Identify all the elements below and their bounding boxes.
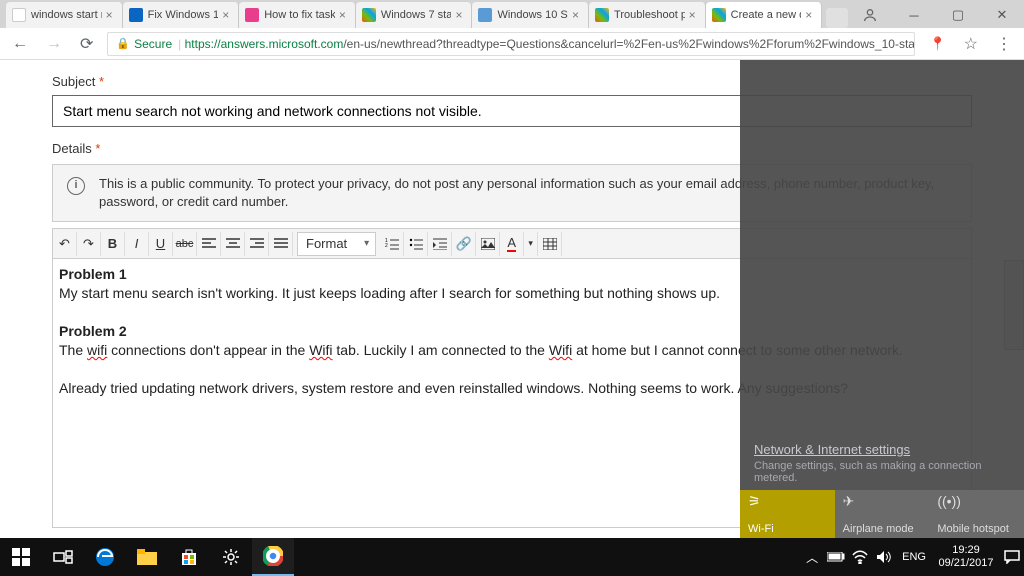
close-icon[interactable]: × — [222, 10, 232, 20]
close-icon[interactable]: × — [689, 10, 699, 20]
numbered-list-button[interactable]: 12 — [380, 232, 404, 256]
edge-icon[interactable] — [84, 538, 126, 576]
strike-button[interactable]: abc — [173, 232, 197, 256]
action-center-icon[interactable] — [1000, 538, 1024, 576]
align-justify-button[interactable] — [269, 232, 293, 256]
underline-button[interactable]: U — [149, 232, 173, 256]
language-indicator[interactable]: ENG — [896, 551, 932, 563]
close-icon[interactable]: × — [106, 10, 116, 20]
tab-5[interactable]: Troubleshoot p× — [589, 2, 706, 28]
wifi-tile[interactable]: ⚞Wi-Fi — [740, 490, 835, 538]
tab-4[interactable]: Windows 10 Sta× — [472, 2, 589, 28]
bookmark-star[interactable]: ☆ — [960, 32, 982, 56]
close-icon[interactable]: × — [455, 10, 465, 20]
airplane-icon: ✈ — [843, 494, 922, 508]
reload-button[interactable]: ⟳ — [76, 32, 97, 56]
chrome-icon[interactable] — [252, 538, 294, 576]
network-settings-link[interactable]: Network & Internet settings — [754, 442, 1010, 457]
tab-2[interactable]: How to fix taskb× — [239, 2, 356, 28]
table-button[interactable] — [538, 232, 562, 256]
close-icon[interactable]: × — [572, 10, 582, 20]
clock[interactable]: 19:2909/21/2017 — [932, 544, 1000, 570]
network-icon[interactable] — [848, 538, 872, 576]
align-center-button[interactable] — [221, 232, 245, 256]
close-icon[interactable]: × — [805, 10, 815, 20]
close-icon[interactable]: × — [339, 10, 349, 20]
chrome-tabstrip: windows start m× Fix Windows 10× How to … — [0, 0, 1024, 28]
saved-site-icon[interactable]: 📍 — [925, 34, 949, 54]
chrome-menu[interactable]: ⋮ — [992, 32, 1016, 56]
tab-6[interactable]: Create a new qu× — [706, 2, 823, 28]
tab-0[interactable]: windows start m× — [6, 2, 123, 28]
task-view-button[interactable] — [42, 538, 84, 576]
info-icon: i — [67, 177, 85, 195]
chrome-toolbar: ← → ⟳ 🔒 Secure | https://answers.microso… — [0, 28, 1024, 60]
svg-text:2: 2 — [385, 243, 388, 249]
tray-chevron[interactable]: ︿ — [800, 538, 824, 576]
text-color-button[interactable]: A — [500, 232, 524, 256]
italic-button[interactable]: I — [125, 232, 149, 256]
profile-icon[interactable] — [848, 2, 892, 28]
start-button[interactable] — [0, 538, 42, 576]
explorer-icon[interactable] — [126, 538, 168, 576]
network-flyout: Network & Internet settings Change setti… — [740, 60, 1024, 538]
lock-icon: 🔒 — [116, 37, 130, 50]
hotspot-tile[interactable]: ((•))Mobile hotspot — [929, 490, 1024, 538]
window-close[interactable]: ✕ — [980, 2, 1024, 28]
airplane-tile[interactable]: ✈Airplane mode — [835, 490, 930, 538]
tab-3[interactable]: Windows 7 star× — [356, 2, 473, 28]
hotspot-icon: ((•)) — [937, 494, 1016, 508]
forward-button[interactable]: → — [42, 33, 66, 55]
format-select[interactable]: Format — [297, 232, 376, 256]
redo-button[interactable]: ↷ — [77, 232, 101, 256]
store-icon[interactable] — [168, 538, 210, 576]
settings-icon[interactable] — [210, 538, 252, 576]
back-button[interactable]: ← — [8, 33, 32, 55]
new-tab-button[interactable] — [826, 8, 848, 28]
wifi-icon: ⚞ — [748, 494, 827, 508]
window-minimize[interactable]: ─ — [892, 2, 936, 28]
text-color-dropdown[interactable]: ▾ — [524, 232, 538, 256]
tab-1[interactable]: Fix Windows 10× — [123, 2, 240, 28]
bullet-list-button[interactable] — [404, 232, 428, 256]
image-button[interactable] — [476, 232, 500, 256]
volume-icon[interactable] — [872, 538, 896, 576]
align-left-button[interactable] — [197, 232, 221, 256]
bold-button[interactable]: B — [101, 232, 125, 256]
indent-button[interactable] — [428, 232, 452, 256]
undo-button[interactable]: ↶ — [53, 232, 77, 256]
link-button[interactable]: 🔗 — [452, 232, 476, 256]
window-maximize[interactable]: ▢ — [936, 2, 980, 28]
windows-taskbar: ︿ ENG 19:2909/21/2017 — [0, 538, 1024, 576]
address-bar[interactable]: 🔒 Secure | https://answers.microsoft.com… — [107, 32, 915, 56]
align-right-button[interactable] — [245, 232, 269, 256]
battery-icon[interactable] — [824, 538, 848, 576]
